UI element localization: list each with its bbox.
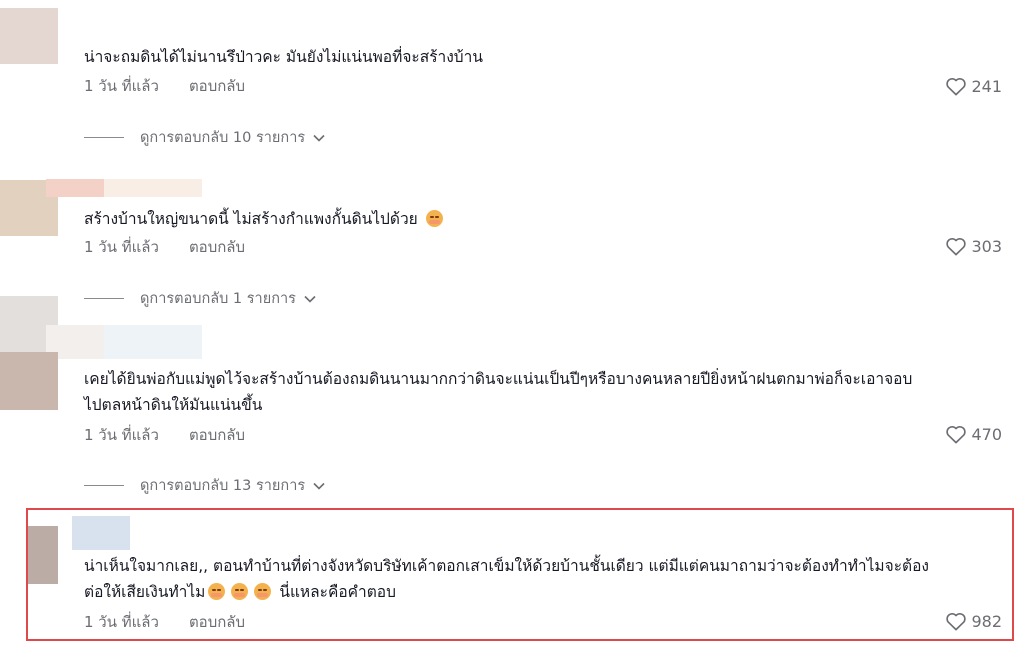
reply-button[interactable]: ตอบกลับ [189, 423, 245, 447]
view-replies-label: ดูการตอบกลับ 10 รายการ [140, 130, 306, 146]
comment-time: 1 วัน ที่แล้ว [84, 238, 159, 256]
view-replies-button[interactable]: ดูการตอบกลับ 1 รายการ [84, 287, 316, 310]
chevron-down-icon [304, 295, 316, 303]
comment-text: น่าจะถมดินได้ไม่นานรึป่าวคะ มันยังไม่แน่… [84, 48, 483, 66]
pensive-face-emoji [231, 583, 249, 600]
like-button[interactable]: 241 [945, 76, 1002, 96]
heart-icon [946, 78, 967, 96]
comment-meta: 1 วัน ที่แล้ว ตอบกลับ [84, 611, 245, 633]
chevron-down-icon [313, 482, 325, 490]
comment-meta: 1 วัน ที่แล้ว ตอบกลับ [84, 424, 245, 446]
like-count: 470 [971, 424, 1002, 444]
view-replies-label: ดูการตอบกลับ 1 รายการ [140, 291, 296, 307]
username-redacted[interactable] [104, 179, 202, 197]
comment-time: 1 วัน ที่แล้ว [84, 77, 159, 95]
like-count: 982 [971, 611, 1002, 631]
flushed-face-emoji [425, 210, 443, 227]
reply-button[interactable]: ตอบกลับ [189, 610, 245, 634]
view-replies-button[interactable]: ดูการตอบกลับ 13 รายการ [84, 474, 325, 497]
comment-text: น่าเห็นใจมากเลย,, ตอนทำบ้านที่ต่างจังหวั… [84, 553, 1009, 605]
like-count: 303 [971, 236, 1002, 256]
comment-text: สร้างบ้านใหญ่ขนาดนี้ ไม่สร้างกำแพงกั้นดิ… [84, 206, 1009, 232]
divider-line [84, 298, 124, 299]
comment-text-line: ไปตลหน้าดินให้มันแน่นขึ้น [84, 396, 263, 414]
view-replies-button[interactable]: ดูการตอบกลับ 10 รายการ [84, 126, 325, 149]
heart-icon [946, 238, 967, 256]
view-replies-label: ดูการตอบกลับ 13 รายการ [140, 478, 306, 494]
like-count: 241 [971, 76, 1002, 96]
heart-icon [946, 426, 967, 444]
comment-text-body: สร้างบ้านใหญ่ขนาดนี้ ไม่สร้างกำแพงกั้นดิ… [84, 210, 418, 228]
pensive-face-emoji [254, 583, 272, 600]
username-redacted[interactable] [46, 179, 104, 197]
divider-line [84, 137, 124, 138]
chevron-down-icon [313, 134, 325, 142]
username-redacted[interactable] [104, 325, 202, 359]
avatar[interactable] [0, 352, 58, 410]
like-button[interactable]: 982 [945, 611, 1002, 631]
comment-text-line: น่าเห็นใจมากเลย,, ตอนทำบ้านที่ต่างจังหวั… [84, 557, 929, 575]
comment-time: 1 วัน ที่แล้ว [84, 426, 159, 444]
reply-button[interactable]: ตอบกลับ [189, 235, 245, 259]
like-button[interactable]: 470 [945, 424, 1002, 444]
comment-meta: 1 วัน ที่แล้ว ตอบกลับ [84, 236, 245, 258]
reply-button[interactable]: ตอบกลับ [189, 74, 245, 98]
like-button[interactable]: 303 [945, 236, 1002, 256]
comment-text-line: ต่อให้เสียเงินทำไม นี่แหละคือคำตอบ [84, 579, 1009, 605]
pensive-face-emoji [208, 583, 226, 600]
divider-line [84, 485, 124, 486]
comment-text-part: นี่แหละคือคำตอบ [279, 583, 396, 601]
heart-icon [946, 613, 967, 631]
comment-meta: 1 วัน ที่แล้ว ตอบกลับ [84, 75, 245, 97]
comment-text: เคยได้ยินพ่อกับแม่พูดไว้จะสร้างบ้านต้องถ… [84, 366, 1009, 418]
comment-text-part: ต่อให้เสียเงินทำไม [84, 583, 206, 601]
avatar[interactable] [0, 8, 58, 64]
comment-time: 1 วัน ที่แล้ว [84, 613, 159, 631]
comment-text-line: เคยได้ยินพ่อกับแม่พูดไว้จะสร้างบ้านต้องถ… [84, 370, 913, 388]
